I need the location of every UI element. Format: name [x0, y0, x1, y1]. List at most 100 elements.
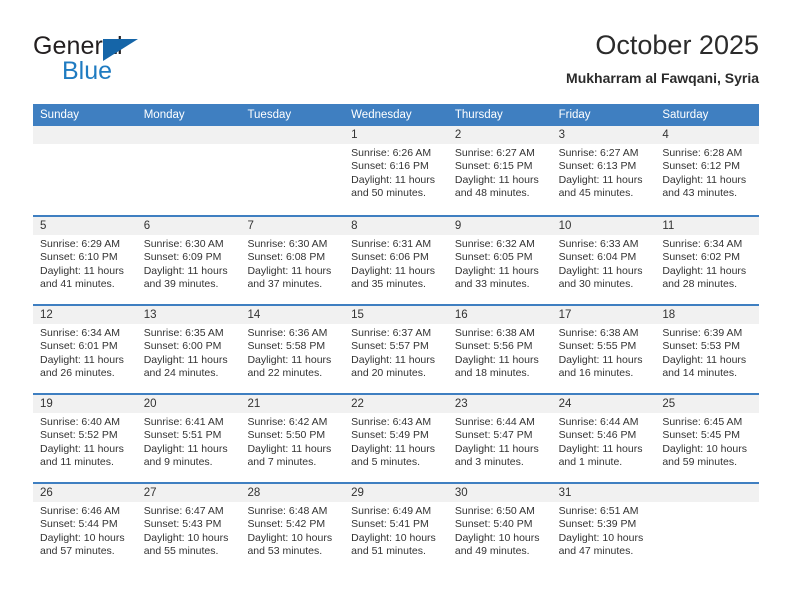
day-cell-10[interactable]: 10 Sunrise: 6:33 AM Sunset: 6:04 PM Dayligh… — [551, 217, 656, 304]
daylight-text: Daylight: 11 hours and 16 minutes. — [558, 353, 643, 380]
sunset-text: Sunset: 5:46 PM — [558, 429, 637, 442]
day-cell-2[interactable]: 2 Sunrise: 6:27 AM Sunset: 6:15 PM Daylight… — [447, 126, 552, 215]
day-cell-22[interactable]: 22 Sunrise: 6:43 AM Sunset: 5:49 PM Dayligh… — [344, 395, 448, 482]
sunset-text: Sunset: 5:41 PM — [351, 518, 429, 531]
daylight-text: Daylight: 11 hours and 45 minutes. — [558, 173, 643, 200]
day-info: Sunrise: 6:37 AM Sunset: 5:57 PM Daylight:… — [344, 324, 448, 381]
day-cell-30[interactable]: 30 Sunrise: 6:50 AM Sunset: 5:40 PM Dayligh… — [447, 484, 552, 571]
day-info: Sunrise: 6:32 AM Sunset: 6:05 PM Daylight:… — [448, 235, 552, 292]
daylight-text: Daylight: 10 hours and 55 minutes. — [143, 531, 229, 558]
day-info: Sunrise: 6:39 AM Sunset: 5:53 PM Daylight:… — [655, 324, 759, 381]
day-number: 27 — [136, 484, 241, 502]
sunset-text: Sunset: 6:01 PM — [40, 340, 118, 353]
day-cell-17[interactable]: 17 Sunrise: 6:38 AM Sunset: 5:55 PM Dayligh… — [551, 306, 656, 393]
day-number — [33, 126, 137, 144]
day-cell-empty — [655, 484, 760, 571]
day-cell-24[interactable]: 24 Sunrise: 6:44 AM Sunset: 5:46 PM Dayligh… — [551, 395, 656, 482]
day-cell-28[interactable]: 28 Sunrise: 6:48 AM Sunset: 5:42 PM Dayligh… — [240, 484, 345, 571]
day-cell-5[interactable]: 5 Sunrise: 6:29 AM Sunset: 6:10 PM Daylight… — [33, 217, 137, 304]
day-number: 22 — [344, 395, 448, 413]
day-cell-18[interactable]: 18 Sunrise: 6:39 AM Sunset: 5:53 PM Dayligh… — [655, 306, 760, 393]
weekday-header-sunday: Sunday — [40, 109, 80, 121]
sunset-text: Sunset: 5:58 PM — [247, 340, 326, 353]
sunrise-text: Sunrise: 6:35 AM — [143, 327, 224, 339]
day-cell-6[interactable]: 6 Sunrise: 6:30 AM Sunset: 6:09 PM Daylight… — [136, 217, 241, 304]
general-blue-logo[interactable]: General Blue — [33, 32, 253, 90]
day-cell-empty — [33, 126, 137, 215]
day-info: Sunrise: 6:44 AM Sunset: 5:47 PM Daylight:… — [448, 413, 552, 470]
sunset-text: Sunset: 6:15 PM — [454, 160, 533, 173]
day-info: Sunrise: 6:26 AM Sunset: 6:16 PM Daylight:… — [344, 144, 448, 201]
day-cell-31[interactable]: 31 Sunrise: 6:51 AM Sunset: 5:39 PM Dayligh… — [551, 484, 656, 571]
daylight-text: Daylight: 11 hours and 9 minutes. — [143, 442, 228, 469]
day-number: 14 — [240, 306, 345, 324]
day-number: 4 — [655, 126, 760, 144]
sunset-text: Sunset: 6:12 PM — [662, 160, 740, 173]
day-number: 30 — [447, 484, 552, 502]
sunrise-text: Sunrise: 6:46 AM — [40, 505, 120, 517]
day-number — [136, 126, 241, 144]
day-cell-3[interactable]: 3 Sunrise: 6:27 AM Sunset: 6:13 PM Daylight… — [551, 126, 656, 215]
sunrise-text: Sunrise: 6:39 AM — [662, 327, 743, 339]
day-cell-21[interactable]: 21 Sunrise: 6:42 AM Sunset: 5:50 PM Dayligh… — [240, 395, 345, 482]
day-cell-8[interactable]: 8 Sunrise: 6:31 AM Sunset: 6:06 PM Daylight… — [344, 217, 448, 304]
sunset-text: Sunset: 6:09 PM — [143, 251, 222, 264]
day-cell-25[interactable]: 25 Sunrise: 6:45 AM Sunset: 5:45 PM Dayligh… — [655, 395, 760, 482]
sunset-text: Sunset: 5:47 PM — [454, 429, 533, 442]
weekday-header-monday: Monday — [143, 109, 185, 121]
page-title: October 2025 — [595, 30, 759, 60]
calendar-week-row: 12 Sunrise: 6:34 AM Sunset: 6:01 PM Dayligh… — [33, 304, 760, 393]
day-cell-4[interactable]: 4 Sunrise: 6:28 AM Sunset: 6:12 PM Daylight… — [655, 126, 760, 215]
day-cell-7[interactable]: 7 Sunrise: 6:30 AM Sunset: 6:08 PM Daylight… — [240, 217, 345, 304]
day-cell-19[interactable]: 19 Sunrise: 6:40 AM Sunset: 5:52 PM Dayligh… — [33, 395, 137, 482]
day-cell-9[interactable]: 9 Sunrise: 6:32 AM Sunset: 6:05 PM Daylight… — [447, 217, 552, 304]
day-cell-1[interactable]: 1 Sunrise: 6:26 AM Sunset: 6:16 PM Daylight… — [344, 126, 448, 215]
day-number: 29 — [344, 484, 448, 502]
day-number — [655, 484, 760, 502]
day-cell-26[interactable]: 26 Sunrise: 6:46 AM Sunset: 5:44 PM Dayligh… — [33, 484, 137, 571]
day-cell-13[interactable]: 13 Sunrise: 6:35 AM Sunset: 6:00 PM Dayligh… — [136, 306, 241, 393]
daylight-text: Daylight: 11 hours and 20 minutes. — [351, 353, 436, 380]
sunrise-text: Sunrise: 6:30 AM — [247, 238, 328, 250]
day-number: 2 — [447, 126, 552, 144]
sunrise-text: Sunrise: 6:38 AM — [558, 327, 639, 339]
day-info: Sunrise: 6:29 AM Sunset: 6:10 PM Daylight:… — [33, 235, 137, 292]
daylight-text: Daylight: 11 hours and 11 minutes. — [40, 442, 124, 469]
sunset-text: Sunset: 5:45 PM — [662, 429, 740, 442]
day-cell-12[interactable]: 12 Sunrise: 6:34 AM Sunset: 6:01 PM Dayligh… — [33, 306, 137, 393]
daylight-text: Daylight: 11 hours and 14 minutes. — [662, 353, 747, 380]
day-cell-11[interactable]: 11 Sunrise: 6:34 AM Sunset: 6:02 PM Dayligh… — [655, 217, 760, 304]
daylight-text: Daylight: 10 hours and 47 minutes. — [558, 531, 644, 558]
day-cell-16[interactable]: 16 Sunrise: 6:38 AM Sunset: 5:56 PM Dayligh… — [447, 306, 552, 393]
sunrise-text: Sunrise: 6:31 AM — [351, 238, 432, 250]
day-cell-15[interactable]: 15 Sunrise: 6:37 AM Sunset: 5:57 PM Dayligh… — [344, 306, 448, 393]
sunrise-text: Sunrise: 6:42 AM — [247, 416, 328, 428]
day-number: 1 — [344, 126, 448, 144]
daylight-text: Daylight: 11 hours and 22 minutes. — [247, 353, 332, 380]
sunset-text: Sunset: 5:49 PM — [351, 429, 429, 442]
day-number: 12 — [33, 306, 137, 324]
day-number: 16 — [447, 306, 552, 324]
day-cell-20[interactable]: 20 Sunrise: 6:41 AM Sunset: 5:51 PM Dayligh… — [136, 395, 241, 482]
day-number: 5 — [33, 217, 137, 235]
day-cell-29[interactable]: 29 Sunrise: 6:49 AM Sunset: 5:41 PM Dayligh… — [344, 484, 448, 571]
daylight-text: Daylight: 11 hours and 24 minutes. — [143, 353, 228, 380]
sunset-text: Sunset: 5:57 PM — [351, 340, 429, 353]
day-cell-14[interactable]: 14 Sunrise: 6:36 AM Sunset: 5:58 PM Dayligh… — [240, 306, 345, 393]
calendar-page: General Blue October 2025 Mukharram al F… — [0, 0, 792, 612]
day-number: 24 — [551, 395, 656, 413]
sunset-text: Sunset: 5:39 PM — [558, 518, 637, 531]
sunrise-text: Sunrise: 6:47 AM — [143, 505, 224, 517]
day-number: 9 — [447, 217, 552, 235]
day-info: Sunrise: 6:34 AM Sunset: 6:02 PM Daylight:… — [655, 235, 759, 292]
sunset-text: Sunset: 5:56 PM — [454, 340, 533, 353]
day-number: 23 — [447, 395, 552, 413]
sunset-text: Sunset: 6:16 PM — [351, 160, 429, 173]
daylight-text: Daylight: 11 hours and 37 minutes. — [247, 264, 332, 291]
day-number: 17 — [551, 306, 656, 324]
sunset-text: Sunset: 5:55 PM — [558, 340, 637, 353]
weekday-header-thursday: Thursday — [454, 109, 503, 121]
day-cell-23[interactable]: 23 Sunrise: 6:44 AM Sunset: 5:47 PM Dayligh… — [447, 395, 552, 482]
weekday-header-row: Sunday Monday Tuesday Wednesday Thursday Frid… — [33, 104, 759, 126]
day-cell-27[interactable]: 27 Sunrise: 6:47 AM Sunset: 5:43 PM Dayligh… — [136, 484, 241, 571]
